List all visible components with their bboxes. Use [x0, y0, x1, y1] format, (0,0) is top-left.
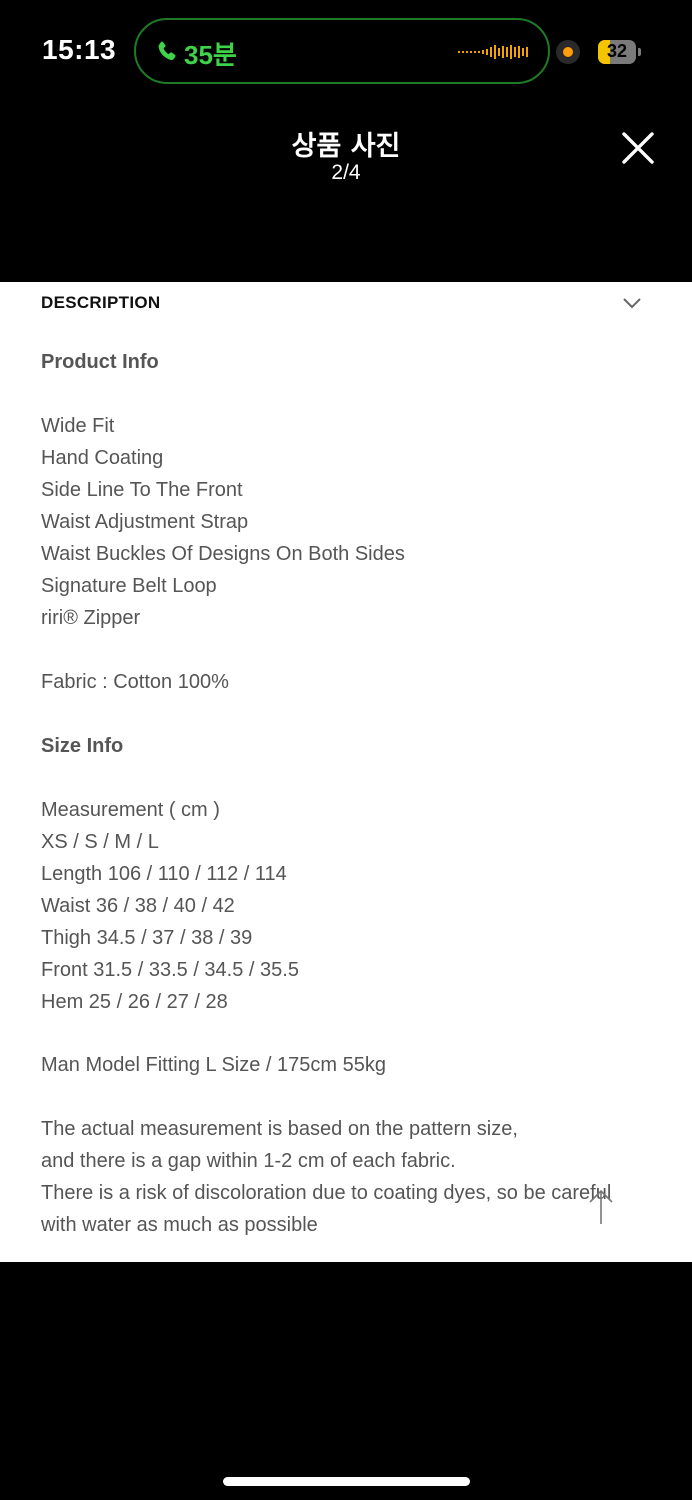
status-time: 15:13: [42, 34, 117, 65]
feature-item: Waist Adjustment Strap: [41, 511, 249, 533]
phone-icon: [158, 41, 176, 61]
description-header: DESCRIPTION: [41, 293, 161, 312]
feature-item: riri® Zipper: [41, 607, 141, 629]
fabric-info: Fabric : Cotton 100%: [41, 671, 229, 693]
recording-indicator-icon: [556, 40, 580, 64]
product-image-panel: DESCRIPTION Product Info Wide Fit Hand C…: [0, 282, 692, 1262]
note-line: and there is a gap within 1-2 cm of each…: [41, 1150, 456, 1172]
arrow-up-icon[interactable]: [586, 1188, 616, 1226]
home-indicator[interactable]: [223, 1477, 470, 1486]
image-counter: 2/4: [331, 161, 361, 184]
size-line: Front 31.5 / 33.5 / 34.5 / 35.5: [41, 959, 299, 981]
product-info-title: Product Info: [41, 351, 159, 373]
note-line: There is a risk of discoloration due to …: [41, 1182, 612, 1204]
chevron-down-icon[interactable]: [622, 296, 642, 310]
note-line: with water as much as possible: [41, 1214, 318, 1236]
feature-item: Waist Buckles Of Designs On Both Sides: [41, 543, 405, 565]
feature-item: Side Line To The Front: [41, 479, 243, 501]
feature-item: Wide Fit: [41, 415, 115, 437]
battery-level: 32: [606, 41, 628, 61]
call-duration: 35분: [184, 40, 237, 70]
size-line: XS / S / M / L: [41, 831, 159, 853]
audio-waveform-icon: [458, 45, 528, 59]
size-line: Length 106 / 110 / 112 / 114: [41, 863, 287, 885]
size-info-title: Size Info: [41, 735, 124, 757]
viewer-title: 상품 사진: [291, 131, 401, 162]
note-line: The actual measurement is based on the p…: [41, 1118, 518, 1140]
battery-icon: 32: [598, 40, 636, 64]
battery-cap: [638, 48, 641, 56]
size-line: Hem 25 / 26 / 27 / 28: [41, 991, 228, 1013]
feature-item: Hand Coating: [41, 447, 164, 469]
feature-item: Signature Belt Loop: [41, 575, 217, 597]
close-icon[interactable]: [620, 130, 656, 166]
model-fitting-info: Man Model Fitting L Size / 175cm 55kg: [41, 1054, 386, 1076]
size-line: Waist 36 / 38 / 40 / 42: [41, 895, 235, 917]
size-line: Thigh 34.5 / 37 / 38 / 39: [41, 927, 253, 949]
size-line: Measurement ( cm ): [41, 799, 220, 821]
call-indicator-pill[interactable]: 35분: [134, 18, 550, 84]
